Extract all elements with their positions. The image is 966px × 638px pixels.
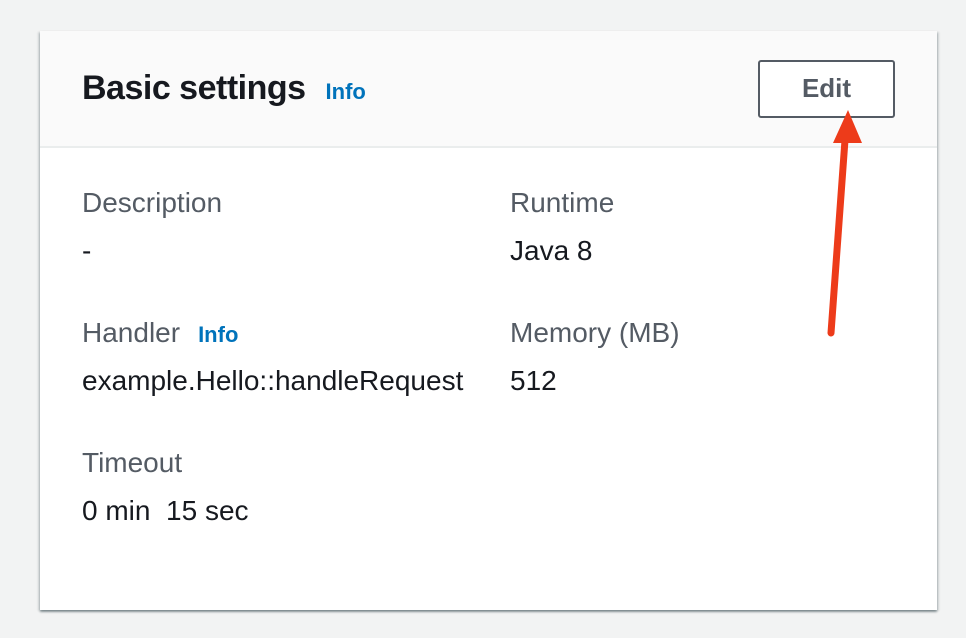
field-runtime: Runtime Java 8 [510,186,895,268]
handler-label: Handler [82,316,180,350]
handler-info-link[interactable]: Info [198,322,238,348]
panel-body: Description - Runtime Java 8 Handler Inf… [40,148,937,528]
panel-title-wrap: Basic settings Info [82,69,366,108]
description-label: Description [82,186,222,220]
field-description: Description - [82,186,510,268]
runtime-value: Java 8 [510,234,895,268]
field-timeout: Timeout 0 min 15 sec [82,446,510,528]
field-handler: Handler Info example.Hello::handleReques… [82,316,510,398]
edit-button[interactable]: Edit [758,60,895,118]
page-title: Basic settings [82,69,306,108]
memory-value: 512 [510,364,895,398]
description-value: - [82,234,510,268]
field-memory: Memory (MB) 512 [510,316,895,398]
basic-settings-info-link[interactable]: Info [326,79,366,105]
memory-label: Memory (MB) [510,316,680,350]
timeout-value: 0 min 15 sec [82,494,510,528]
handler-value: example.Hello::handleRequest [82,364,510,398]
runtime-label: Runtime [510,186,614,220]
basic-settings-panel: Basic settings Info Edit Description - R… [40,31,937,610]
timeout-label: Timeout [82,446,182,480]
panel-header: Basic settings Info Edit [40,31,937,148]
